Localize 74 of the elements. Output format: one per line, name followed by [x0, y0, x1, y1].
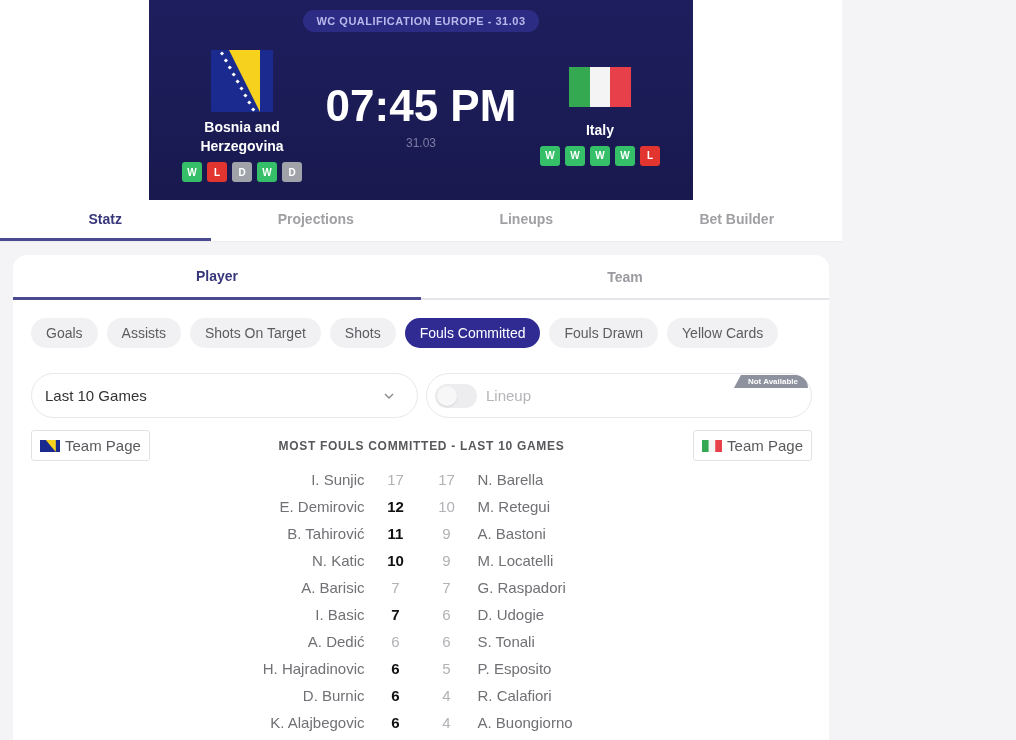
lineup-label: Lineup: [486, 387, 532, 404]
stat-value: 17: [387, 471, 404, 488]
stat-value: 12: [387, 498, 404, 515]
stat-value: 10: [387, 552, 404, 569]
player-name: E. Demirovic: [279, 498, 365, 515]
player-name: A. Dedić: [307, 633, 365, 650]
status-badge: Not Available: [733, 375, 808, 388]
form-badge: D: [282, 162, 302, 182]
stat-value: 17: [438, 471, 455, 488]
chevron-down-icon: [384, 392, 394, 399]
team-name: Bosnia and Herzegovina: [199, 118, 285, 156]
player-name: P. Esposito: [477, 660, 552, 677]
team-page-button[interactable]: Team Page: [31, 430, 150, 461]
stat-chip[interactable]: Yellow Cards: [667, 318, 779, 348]
stat-value: 9: [442, 525, 451, 542]
form-badge: W: [590, 145, 610, 166]
stat-value: 10: [438, 498, 455, 515]
player-name: H. Hajradinovic: [262, 660, 365, 677]
stat-value: 6: [391, 687, 400, 704]
team-page-button[interactable]: Team Page: [693, 430, 812, 461]
stat-value: 6: [391, 714, 400, 731]
leaderboard-title: MOST FOULS COMMITTED - LAST 10 GAMES: [278, 438, 565, 453]
stat-value: 11: [387, 525, 404, 542]
form-badge: W: [615, 145, 635, 166]
flag-icon: [211, 50, 273, 112]
team-name: Italy: [585, 120, 615, 140]
stat-chip[interactable]: Shots: [329, 318, 396, 348]
form-badge: D: [232, 162, 252, 182]
stat-chip[interactable]: Fouls Drawn: [549, 318, 659, 348]
flag-icon: [40, 439, 60, 452]
player-name: A. Buongiorno: [477, 714, 573, 731]
stat-value: 7: [391, 606, 400, 623]
form-badge: W: [257, 162, 277, 182]
form-badge: L: [207, 162, 227, 182]
competition-label: WC QUALIFICATION EUROPE - 31.03: [303, 10, 539, 32]
stat-value: 6: [442, 633, 451, 650]
stat-value: 5: [442, 660, 451, 677]
tab[interactable]: Statz: [0, 200, 211, 241]
stat-value: 4: [442, 714, 451, 731]
form-badge: W: [182, 162, 202, 182]
stat-value: 7: [442, 579, 451, 596]
player-name: G. Raspadori: [477, 579, 566, 596]
tab[interactable]: Player: [13, 255, 421, 300]
player-name: A. Bastoni: [477, 525, 546, 542]
player-name: M. Retegui: [477, 498, 551, 515]
kickoff-time: 07:45 PM: [325, 84, 517, 128]
form-badge: L: [640, 145, 660, 166]
player-name: R. Calafiori: [477, 687, 552, 704]
player-name: I. Basic: [315, 606, 365, 623]
stat-chip[interactable]: Goals: [31, 318, 98, 348]
stat-value: 6: [442, 606, 451, 623]
player-name: K. Alajbegovic: [270, 714, 365, 731]
stat-chip[interactable]: Fouls Committed: [404, 318, 541, 348]
player-name: S. Tonali: [477, 633, 535, 650]
player-name: N. Barella: [477, 471, 544, 488]
stat-value: 6: [391, 660, 400, 677]
player-name: N. Katic: [312, 552, 365, 569]
match-date: 31.03: [406, 136, 436, 150]
form-badge: W: [565, 145, 585, 166]
form-badge: W: [540, 145, 560, 166]
player-name: I. Sunjic: [311, 471, 365, 488]
flag-icon: [569, 66, 631, 107]
stat-value: 6: [391, 633, 400, 650]
stat-chip[interactable]: Assists: [106, 318, 181, 348]
stat-chip[interactable]: Shots On Target: [189, 318, 321, 348]
stat-value: 7: [391, 579, 400, 596]
player-name: B. Tahirović: [287, 525, 365, 542]
stat-value: 4: [442, 687, 451, 704]
player-name: A. Barisic: [301, 579, 365, 596]
stat-value: 9: [442, 552, 451, 569]
player-name: D. Burnic: [302, 687, 365, 704]
player-name: D. Udogie: [477, 606, 545, 623]
player-name: M. Locatelli: [477, 552, 554, 569]
flag-icon: [702, 439, 723, 452]
